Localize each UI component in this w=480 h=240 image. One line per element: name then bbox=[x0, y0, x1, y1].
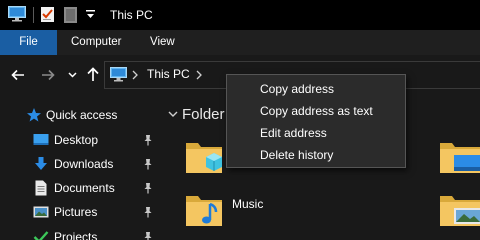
pin-icon[interactable] bbox=[143, 158, 153, 170]
toolbar-divider bbox=[33, 7, 34, 23]
pin-icon[interactable] bbox=[143, 134, 153, 146]
ribbon-tabs: File Computer View bbox=[0, 30, 480, 55]
nav-item-pictures[interactable]: Pictures bbox=[0, 200, 160, 224]
tab-file[interactable]: File bbox=[0, 30, 57, 55]
nav-item-documents[interactable]: Documents bbox=[0, 176, 160, 200]
check-icon bbox=[33, 231, 49, 240]
breadcrumb-this-pc[interactable]: This PC bbox=[147, 67, 190, 81]
address-context-menu: Copy address Copy address as text Edit a… bbox=[226, 74, 406, 168]
nav-item-downloads[interactable]: Downloads bbox=[0, 152, 160, 176]
nav-item-projects[interactable]: Projects bbox=[0, 225, 160, 240]
pin-icon[interactable] bbox=[143, 206, 153, 218]
nav-item-label: Downloads bbox=[54, 157, 114, 171]
this-pc-icon bbox=[110, 67, 127, 82]
nav-item-label: Quick access bbox=[46, 108, 118, 122]
breadcrumb-chevron-icon[interactable] bbox=[196, 70, 202, 80]
menu-item-copy-address[interactable]: Copy address bbox=[227, 78, 405, 100]
tab-computer[interactable]: Computer bbox=[71, 30, 122, 55]
pin-icon[interactable] bbox=[143, 182, 153, 194]
up-arrow-icon[interactable] bbox=[86, 66, 100, 82]
forward-arrow-icon[interactable] bbox=[40, 67, 56, 83]
pictures-folder-icon[interactable] bbox=[438, 190, 480, 230]
3d-objects-folder-icon[interactable] bbox=[184, 137, 224, 177]
document-icon bbox=[35, 180, 47, 196]
menu-item-copy-address-as-text[interactable]: Copy address as text bbox=[227, 100, 405, 122]
chevron-down-icon[interactable] bbox=[168, 110, 178, 118]
nav-item-label: Desktop bbox=[54, 133, 99, 147]
window-title: This PC bbox=[110, 8, 153, 22]
new-folder-icon[interactable] bbox=[64, 7, 77, 23]
desktop-folder-icon[interactable] bbox=[438, 137, 480, 177]
tab-view[interactable]: View bbox=[150, 30, 175, 55]
customize-dropdown-icon[interactable] bbox=[86, 9, 95, 21]
folder-label[interactable]: Music bbox=[232, 197, 263, 211]
music-folder-icon[interactable] bbox=[184, 190, 224, 230]
nav-item-quick-access[interactable]: Quick access bbox=[0, 103, 160, 127]
properties-icon[interactable] bbox=[40, 6, 55, 23]
menu-item-delete-history[interactable]: Delete history bbox=[227, 144, 405, 166]
download-icon bbox=[35, 157, 47, 170]
menu-item-edit-address[interactable]: Edit address bbox=[227, 122, 405, 144]
pictures-icon bbox=[33, 206, 49, 218]
nav-item-desktop[interactable]: Desktop bbox=[0, 128, 160, 152]
desktop-icon bbox=[33, 134, 49, 145]
title-bar: This PC bbox=[0, 0, 480, 30]
nav-item-label: Documents bbox=[54, 181, 115, 195]
recent-locations-chevron-icon[interactable] bbox=[68, 71, 77, 79]
breadcrumb-chevron-icon[interactable] bbox=[132, 70, 138, 80]
star-icon bbox=[27, 108, 41, 122]
group-title: Folder bbox=[182, 106, 225, 123]
navigation-pane: Quick access Desktop Downloads Documents… bbox=[0, 95, 160, 240]
nav-item-label: Pictures bbox=[54, 205, 98, 219]
back-arrow-icon[interactable] bbox=[10, 67, 26, 83]
pin-icon[interactable] bbox=[143, 231, 153, 240]
nav-item-label: Projects bbox=[54, 230, 98, 240]
this-pc-icon[interactable] bbox=[8, 6, 26, 22]
